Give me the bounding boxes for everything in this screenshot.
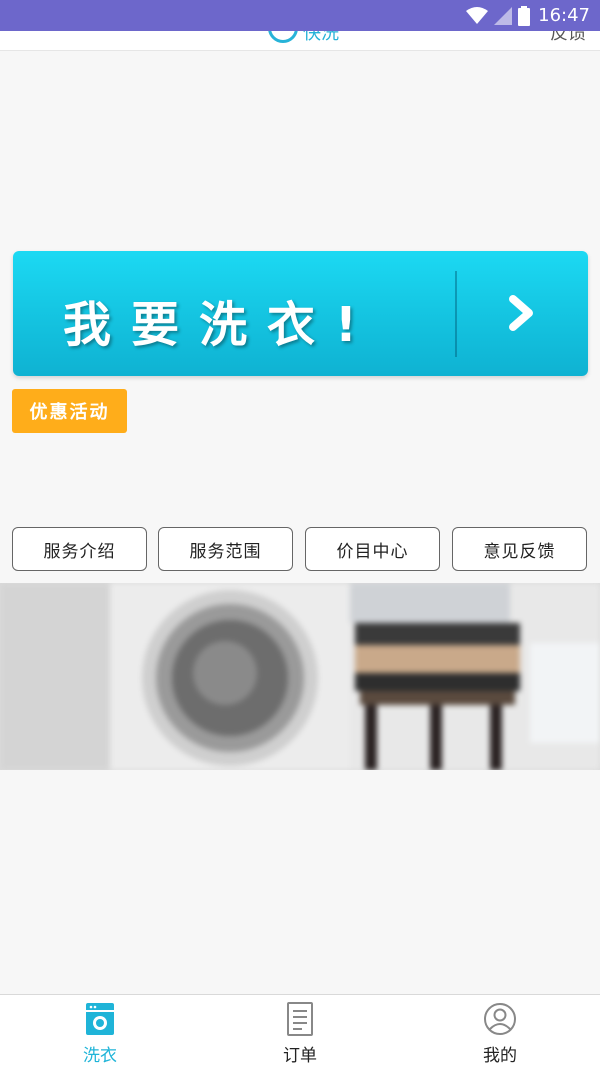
header-title: 快洗 — [303, 31, 339, 44]
app-logo-icon — [268, 31, 298, 43]
status-time: 16:47 — [538, 5, 590, 26]
header-feedback-link[interactable]: 反馈 — [550, 31, 586, 45]
status-icons — [466, 5, 531, 26]
bottom-nav: 洗衣 订单 我的 — [0, 994, 600, 1067]
feedback-button[interactable]: 意见反馈 — [452, 527, 587, 571]
nav-item-orders[interactable]: 订单 — [200, 995, 400, 1067]
price-center-button[interactable]: 价目中心 — [305, 527, 440, 571]
nav-label-orders: 订单 — [283, 1046, 317, 1066]
service-intro-button[interactable]: 服务介绍 — [12, 527, 147, 571]
cta-divider — [455, 271, 457, 357]
promotions-tag[interactable]: 优惠活动 — [12, 389, 127, 433]
nav-item-wash[interactable]: 洗衣 — [0, 995, 200, 1067]
wash-now-label: 我要洗衣! — [63, 297, 377, 353]
washing-machine-icon — [82, 1001, 118, 1037]
nav-item-me[interactable]: 我的 — [400, 995, 600, 1067]
user-icon — [482, 1001, 518, 1037]
signal-icon — [494, 6, 513, 25]
nav-label-wash: 洗衣 — [83, 1046, 117, 1066]
chevron-right-icon — [499, 291, 543, 335]
wifi-icon — [466, 6, 489, 25]
battery-icon — [518, 5, 531, 26]
nav-label-me: 我的 — [483, 1046, 517, 1066]
promo-banner-image[interactable] — [0, 583, 600, 770]
service-area-button[interactable]: 服务范围 — [158, 527, 293, 571]
document-icon — [282, 1001, 318, 1037]
wash-now-button[interactable]: 我要洗衣! — [13, 251, 588, 376]
status-bar: 16:47 — [0, 0, 600, 31]
app-header: 快洗 反馈 — [0, 31, 600, 51]
